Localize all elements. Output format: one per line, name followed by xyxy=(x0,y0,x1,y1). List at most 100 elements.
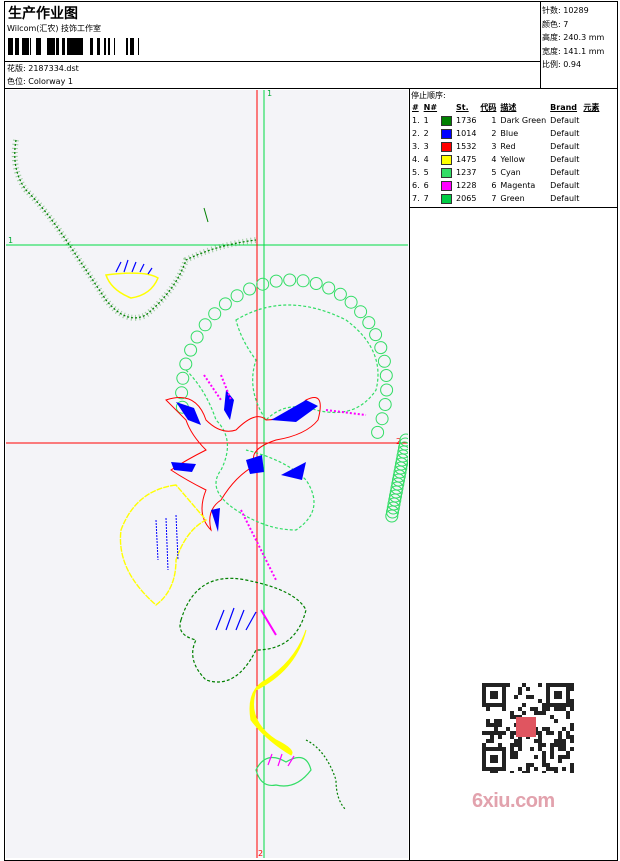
chain-circle xyxy=(190,330,204,344)
table-header-row: # N# St. 代码 描述 Brand 元素 xyxy=(410,101,601,114)
col-brand: Brand xyxy=(550,103,578,112)
chain-circle xyxy=(283,273,297,287)
col-n: N# xyxy=(423,103,438,112)
row-stitches: 2065 xyxy=(456,194,477,203)
table-divider xyxy=(409,207,618,208)
watermark-brand: 6xiu.com xyxy=(472,790,555,812)
row-brand: Default xyxy=(550,116,580,125)
chain-circle xyxy=(208,307,222,321)
chain-circle xyxy=(269,274,283,288)
chain-circle xyxy=(380,383,394,397)
row-element xyxy=(581,140,601,153)
meta-divider xyxy=(4,61,540,62)
stat-colors: 颜色: 7 xyxy=(542,19,569,29)
yellow-leaf-left xyxy=(119,484,208,606)
row-stitches: 1532 xyxy=(456,142,477,151)
header-divider xyxy=(4,88,618,89)
table-row[interactable]: 5. 5 1237 5 Cyan Default xyxy=(410,166,601,179)
chain-circle xyxy=(309,277,323,290)
color-swatch xyxy=(439,179,454,192)
table-row[interactable]: 4. 4 1475 4 Yellow Default xyxy=(410,153,601,166)
design-label: 花版: xyxy=(7,64,26,73)
row-element xyxy=(581,127,601,140)
blue-lower-stamen xyxy=(215,607,257,631)
row-desc: Green xyxy=(500,194,525,203)
col-code: 代码 xyxy=(480,103,497,112)
row-code: 7 xyxy=(491,194,497,203)
chain-circle xyxy=(379,369,393,382)
chain-circle xyxy=(198,318,212,332)
col-element: 元素 xyxy=(583,103,600,112)
blue-petal-7 xyxy=(211,508,220,532)
stats-divider xyxy=(540,1,541,89)
chain-circle xyxy=(175,386,189,400)
row-stitches: 1014 xyxy=(456,129,477,138)
chain-circle xyxy=(344,295,358,309)
chain-circle xyxy=(230,289,244,303)
row-num: 4. xyxy=(412,155,420,164)
row-n: 1 xyxy=(423,116,429,125)
row-num: 2. xyxy=(412,129,420,138)
row-element xyxy=(581,114,601,127)
colorway-label: 色位: xyxy=(7,77,26,86)
page-title: 生产作业图 xyxy=(8,6,78,22)
dark-green-vine-satin xyxy=(11,139,257,321)
design-canvas[interactable]: 1 1 2 2 xyxy=(6,90,408,858)
row-code: 5 xyxy=(491,168,497,177)
row-brand: Default xyxy=(550,129,580,138)
yellow-bud xyxy=(104,272,159,299)
chain-circle xyxy=(377,354,391,368)
chain-circle xyxy=(218,297,232,311)
row-element xyxy=(581,166,601,179)
guide-label-h-green: 1 xyxy=(8,236,13,245)
row-num: 3. xyxy=(412,142,420,151)
stats-panel: 针数: 10289 颜色: 7 高度: 240.3 mm 宽度: 141.1 m… xyxy=(542,4,604,72)
row-element xyxy=(581,153,601,166)
row-n: 2 xyxy=(423,129,429,138)
col-desc: 描述 xyxy=(500,103,517,112)
chain-circle xyxy=(184,343,198,357)
chain-circle xyxy=(362,316,376,330)
row-n: 6 xyxy=(423,181,429,190)
row-element xyxy=(581,192,601,205)
stop-sequence-table: # N# St. 代码 描述 Brand 元素 1. 1 1736 1 Dark Gre… xyxy=(410,101,601,205)
stat-scale: 比例: 0.94 xyxy=(542,60,582,69)
barcode-icon xyxy=(8,38,139,55)
row-num: 6. xyxy=(412,181,420,190)
color-swatch xyxy=(439,153,454,166)
color-swatch xyxy=(439,114,454,127)
table-row[interactable]: 3. 3 1532 3 Red Default xyxy=(410,140,601,153)
magenta-lower-bud xyxy=(260,609,277,636)
row-code: 1 xyxy=(491,116,497,125)
chain-circle xyxy=(322,281,336,295)
table-row[interactable]: 7. 7 2065 7 Green Default xyxy=(410,192,601,205)
row-stitches: 1736 xyxy=(456,116,477,125)
row-code: 6 xyxy=(491,181,497,190)
chain-circle xyxy=(176,371,190,385)
chain-circle xyxy=(369,328,383,342)
col-swatch xyxy=(439,101,454,114)
guide-label-v-red: 2 xyxy=(258,849,263,858)
row-desc: Blue xyxy=(500,129,519,138)
table-row[interactable]: 2. 2 1014 2 Blue Default xyxy=(410,127,601,140)
chain-circle xyxy=(378,398,392,411)
row-code: 2 xyxy=(491,129,497,138)
qr-code-icon xyxy=(470,681,582,773)
chain-circle xyxy=(333,287,347,301)
color-swatch xyxy=(439,192,454,205)
chain-circle xyxy=(256,277,270,291)
row-num: 7. xyxy=(412,194,420,203)
color-swatch xyxy=(439,127,454,140)
chain-circle xyxy=(179,357,193,371)
colorway-row: 色位: Colorway 1 xyxy=(7,76,73,87)
row-desc: Yellow xyxy=(500,155,526,164)
table-row[interactable]: 1. 1 1736 1 Dark Green Default xyxy=(410,114,601,127)
row-brand: Default xyxy=(550,168,580,177)
row-n: 5 xyxy=(423,168,429,177)
table-row[interactable]: 6. 6 1228 6 Magenta Default xyxy=(410,179,601,192)
embroidery-preview: 1 1 2 2 xyxy=(6,90,408,858)
row-code: 3 xyxy=(491,142,497,151)
col-stitches: St. xyxy=(456,103,469,112)
row-num: 5. xyxy=(412,168,420,177)
row-stitches: 1475 xyxy=(456,155,477,164)
